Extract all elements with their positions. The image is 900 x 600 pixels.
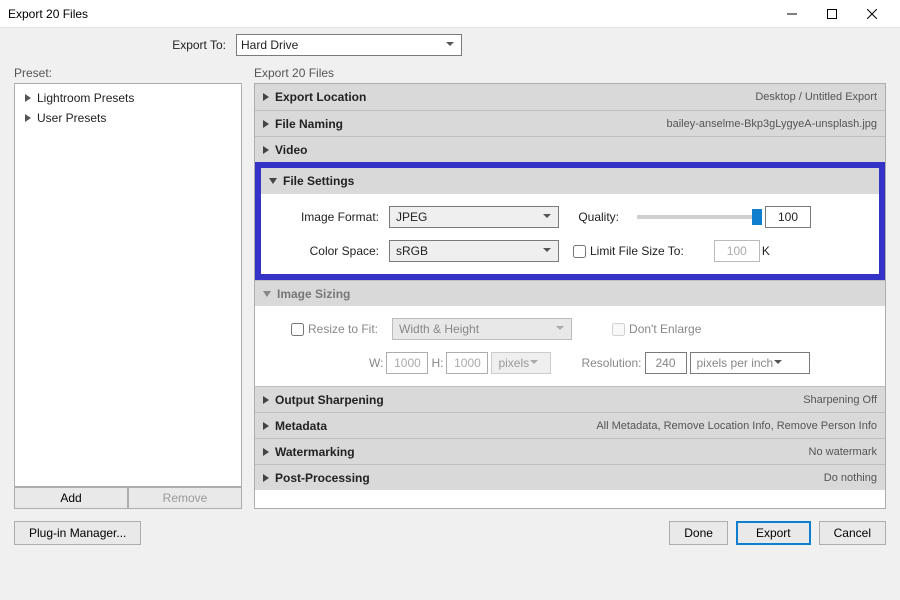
triangle-right-icon	[263, 448, 269, 456]
image-sizing-body: Resize to Fit: Width & Height Don't Enla…	[255, 306, 885, 386]
width-input: 1000	[386, 352, 428, 374]
resolution-input[interactable]: 240	[645, 352, 687, 374]
image-format-label: Image Format:	[279, 210, 389, 224]
section-file-settings[interactable]: File Settings	[261, 168, 879, 194]
file-settings-body: Image Format: JPEG Quality: 100	[261, 194, 879, 274]
resolution-label: Resolution:	[581, 356, 641, 370]
chevron-down-icon	[445, 38, 455, 52]
close-button[interactable]	[852, 4, 892, 24]
triangle-right-icon	[263, 396, 269, 404]
panels-header: Export 20 Files	[254, 66, 886, 80]
limit-filesize-checkbox[interactable]	[573, 245, 586, 258]
export-button[interactable]: Export	[736, 521, 811, 545]
triangle-right-icon	[263, 93, 269, 101]
file-settings-highlight: File Settings Image Format: JPEG Quality…	[255, 162, 885, 280]
preset-item-label: Lightroom Presets	[37, 91, 134, 105]
section-watermarking[interactable]: Watermarking No watermark	[255, 438, 885, 464]
resolution-unit-select[interactable]: pixels per inch	[690, 352, 810, 374]
preset-add-button[interactable]: Add	[14, 487, 128, 509]
plugin-manager-button[interactable]: Plug-in Manager...	[14, 521, 141, 545]
section-title: Output Sharpening	[275, 393, 384, 407]
section-title: File Settings	[283, 174, 354, 188]
section-summary: All Metadata, Remove Location Info, Remo…	[596, 420, 877, 432]
minimize-button[interactable]	[772, 4, 812, 24]
titlebar: Export 20 Files	[0, 0, 900, 28]
preset-label: Preset:	[14, 66, 242, 80]
export-to-select[interactable]: Hard Drive	[236, 34, 462, 56]
image-format-value: JPEG	[396, 210, 427, 224]
limit-filesize-input: 100	[714, 240, 760, 262]
dont-enlarge-label: Don't Enlarge	[629, 322, 701, 336]
triangle-right-icon	[25, 94, 31, 102]
resolution-unit-value: pixels per inch	[697, 356, 774, 370]
section-metadata[interactable]: Metadata All Metadata, Remove Location I…	[255, 412, 885, 438]
section-post-processing[interactable]: Post-Processing Do nothing	[255, 464, 885, 490]
limit-filesize-unit: K	[762, 244, 770, 258]
section-video[interactable]: Video	[255, 136, 885, 162]
done-button[interactable]: Done	[669, 521, 728, 545]
height-input: 1000	[446, 352, 488, 374]
preset-remove-button: Remove	[128, 487, 242, 509]
section-title: Video	[275, 143, 307, 157]
triangle-right-icon	[263, 146, 269, 154]
slider-thumb-icon[interactable]	[752, 209, 762, 225]
section-file-naming[interactable]: File Naming bailey-anselme-Bkp3gLygyeA-u…	[255, 110, 885, 136]
triangle-down-icon	[263, 291, 271, 297]
section-output-sharpening[interactable]: Output Sharpening Sharpening Off	[255, 386, 885, 412]
export-to-label: Export To:	[14, 38, 236, 52]
preset-item-user[interactable]: User Presets	[19, 108, 237, 128]
preset-list[interactable]: Lightroom Presets User Presets	[14, 83, 242, 487]
dont-enlarge-checkbox	[612, 323, 625, 336]
color-space-label: Color Space:	[279, 244, 389, 258]
triangle-down-icon	[269, 178, 277, 184]
height-label: H:	[431, 356, 443, 370]
section-summary: Do nothing	[824, 472, 877, 484]
section-summary: Sharpening Off	[803, 394, 877, 406]
triangle-right-icon	[263, 474, 269, 482]
quality-input[interactable]: 100	[765, 206, 811, 228]
chevron-down-icon	[542, 210, 552, 224]
size-unit-select: pixels	[491, 352, 551, 374]
preset-item-label: User Presets	[37, 111, 106, 125]
image-format-select[interactable]: JPEG	[389, 206, 559, 228]
preset-item-lightroom[interactable]: Lightroom Presets	[19, 88, 237, 108]
section-title: Metadata	[275, 419, 327, 433]
section-title: Export Location	[275, 90, 366, 104]
chevron-down-icon	[529, 356, 539, 370]
section-title: Image Sizing	[277, 287, 350, 301]
section-image-sizing[interactable]: Image Sizing	[255, 280, 885, 306]
color-space-select[interactable]: sRGB	[389, 240, 559, 262]
section-export-location[interactable]: Export Location Desktop / Untitled Expor…	[255, 84, 885, 110]
section-title: File Naming	[275, 117, 343, 131]
resize-to-fit-checkbox[interactable]	[291, 323, 304, 336]
resize-mode-select: Width & Height	[392, 318, 572, 340]
panels-scroll[interactable]: Export Location Desktop / Untitled Expor…	[254, 83, 886, 509]
section-summary: bailey-anselme-Bkp3gLygyeA-unsplash.jpg	[666, 118, 877, 130]
triangle-right-icon	[263, 120, 269, 128]
chevron-down-icon	[542, 244, 552, 258]
export-to-value: Hard Drive	[241, 38, 298, 52]
maximize-button[interactable]	[812, 4, 852, 24]
chevron-down-icon	[555, 322, 565, 336]
width-label: W:	[369, 356, 383, 370]
section-title: Post-Processing	[275, 471, 370, 485]
chevron-down-icon	[773, 356, 783, 370]
section-title: Watermarking	[275, 445, 355, 459]
triangle-right-icon	[263, 422, 269, 430]
quality-slider[interactable]	[637, 215, 757, 219]
cancel-button[interactable]: Cancel	[819, 521, 886, 545]
window-title: Export 20 Files	[8, 7, 772, 21]
triangle-right-icon	[25, 114, 31, 122]
quality-label: Quality:	[559, 210, 629, 224]
resize-mode-value: Width & Height	[399, 322, 479, 336]
section-summary: Desktop / Untitled Export	[755, 91, 877, 103]
color-space-value: sRGB	[396, 244, 428, 258]
resize-to-fit-label: Resize to Fit:	[308, 322, 378, 336]
limit-filesize-label: Limit File Size To:	[590, 244, 684, 258]
section-summary: No watermark	[809, 446, 877, 458]
size-unit-value: pixels	[498, 356, 529, 370]
